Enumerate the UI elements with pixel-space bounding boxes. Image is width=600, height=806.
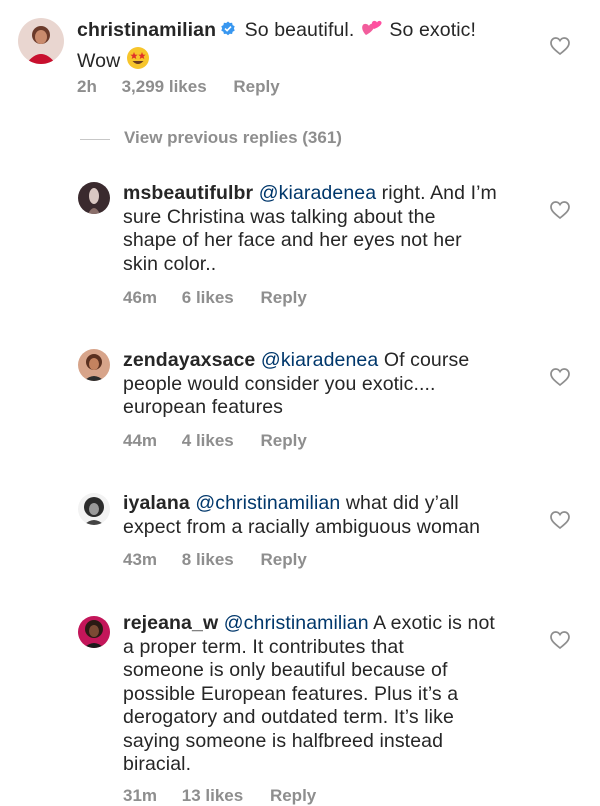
likes-count[interactable]: 6 likes bbox=[182, 288, 234, 308]
comment-line: possible European features. Plus it’s a bbox=[123, 682, 459, 705]
username[interactable]: msbeautifulbr bbox=[123, 182, 253, 204]
username[interactable]: zendayaxsace bbox=[123, 349, 255, 371]
comment-text: rejeana_w @christinamilian A exotic is n… bbox=[123, 612, 543, 777]
reply-button[interactable]: Reply bbox=[261, 431, 307, 451]
comment-line: derogatory and outdated term. It’s like bbox=[123, 706, 454, 728]
avatar[interactable] bbox=[78, 182, 110, 214]
heart-icon[interactable] bbox=[550, 368, 570, 386]
comment-line: european features bbox=[123, 396, 283, 418]
likes-count[interactable]: 4 likes bbox=[182, 431, 234, 451]
heart-icon[interactable] bbox=[550, 201, 570, 219]
username[interactable]: rejeana_w bbox=[123, 612, 218, 634]
comment-line: a proper term. It contributes that bbox=[123, 635, 404, 658]
reply-button[interactable]: Reply bbox=[270, 786, 316, 806]
heart-icon[interactable] bbox=[550, 511, 570, 529]
comment-text: christinamilian So beautiful. So exotic!… bbox=[77, 17, 547, 76]
comment-line: shape of her face and her eyes not her bbox=[123, 229, 462, 251]
avatar[interactable] bbox=[78, 349, 110, 381]
star-struck-emoji bbox=[126, 46, 150, 77]
comment-meta: 2h 3,299 likes Reply bbox=[77, 77, 280, 97]
comment-line: people would consider you exotic.... bbox=[123, 372, 436, 395]
comment-meta: 46m 6 likes Reply bbox=[123, 288, 307, 308]
comment-time: 31m bbox=[123, 786, 158, 805]
comment-body-line2: Wow bbox=[77, 49, 126, 72]
comment-line: right. And I’m bbox=[376, 182, 497, 204]
view-previous-replies[interactable]: View previous replies (361) bbox=[80, 128, 400, 152]
likes-count[interactable]: 13 likes bbox=[182, 786, 243, 806]
reply-button[interactable]: Reply bbox=[233, 77, 279, 97]
comment-line: someone is only beautiful because of bbox=[123, 659, 448, 681]
mention-link[interactable]: @christinamilian bbox=[195, 492, 340, 514]
likes-count[interactable]: 3,299 likes bbox=[122, 77, 207, 97]
comment-time: 46m bbox=[123, 288, 158, 307]
comment-body: So beautiful. bbox=[239, 19, 360, 41]
reply-button[interactable]: Reply bbox=[261, 550, 307, 570]
avatar[interactable] bbox=[78, 616, 110, 648]
comment-text: zendayaxsace @kiaradenea Of course peopl… bbox=[123, 349, 543, 420]
comment-body-cont: So exotic! bbox=[383, 19, 477, 41]
comment-line: biracial. bbox=[123, 753, 192, 775]
avatar[interactable] bbox=[18, 18, 64, 64]
divider bbox=[80, 139, 110, 140]
comment-time: 44m bbox=[123, 431, 158, 450]
verified-badge-icon bbox=[221, 21, 235, 36]
comment-meta: 43m 8 likes Reply bbox=[123, 550, 307, 570]
mention-link[interactable]: @kiaradenea bbox=[259, 182, 376, 204]
comment-meta: 31m 13 likes Reply bbox=[123, 786, 316, 806]
heart-icon[interactable] bbox=[550, 631, 570, 649]
mention-link[interactable]: @christinamilian bbox=[224, 612, 369, 634]
comment-line: sure Christina was talking about the bbox=[123, 205, 436, 228]
top-comment: christinamilian So beautiful. So exotic!… bbox=[0, 0, 600, 110]
comment-line: skin color.. bbox=[123, 252, 217, 275]
comment-line: saying someone is halfbreed instead bbox=[123, 729, 444, 752]
username[interactable]: christinamilian bbox=[77, 19, 216, 41]
avatar[interactable] bbox=[78, 493, 110, 525]
comment-text: iyalana @christinamilian what did y’all … bbox=[123, 492, 543, 539]
username[interactable]: iyalana bbox=[123, 492, 190, 514]
comment-line: expect from a racially ambiguous woman bbox=[123, 515, 481, 538]
comment-meta: 44m 4 likes Reply bbox=[123, 431, 307, 451]
view-previous-replies-label[interactable]: View previous replies (361) bbox=[124, 128, 342, 148]
two-hearts-emoji bbox=[360, 17, 384, 46]
comment-line: Of course bbox=[378, 349, 470, 371]
comment-line: A exotic is not bbox=[368, 612, 495, 634]
comment-time: 43m bbox=[123, 550, 158, 569]
comment-time: 2h bbox=[77, 77, 97, 96]
mention-link[interactable]: @kiaradenea bbox=[261, 349, 378, 371]
comment-line: what did y’all bbox=[340, 492, 459, 514]
heart-icon[interactable] bbox=[550, 37, 570, 55]
likes-count[interactable]: 8 likes bbox=[182, 550, 234, 570]
comment-text: msbeautifulbr @kiaradenea right. And I’m… bbox=[123, 182, 543, 276]
reply-button[interactable]: Reply bbox=[261, 288, 307, 308]
